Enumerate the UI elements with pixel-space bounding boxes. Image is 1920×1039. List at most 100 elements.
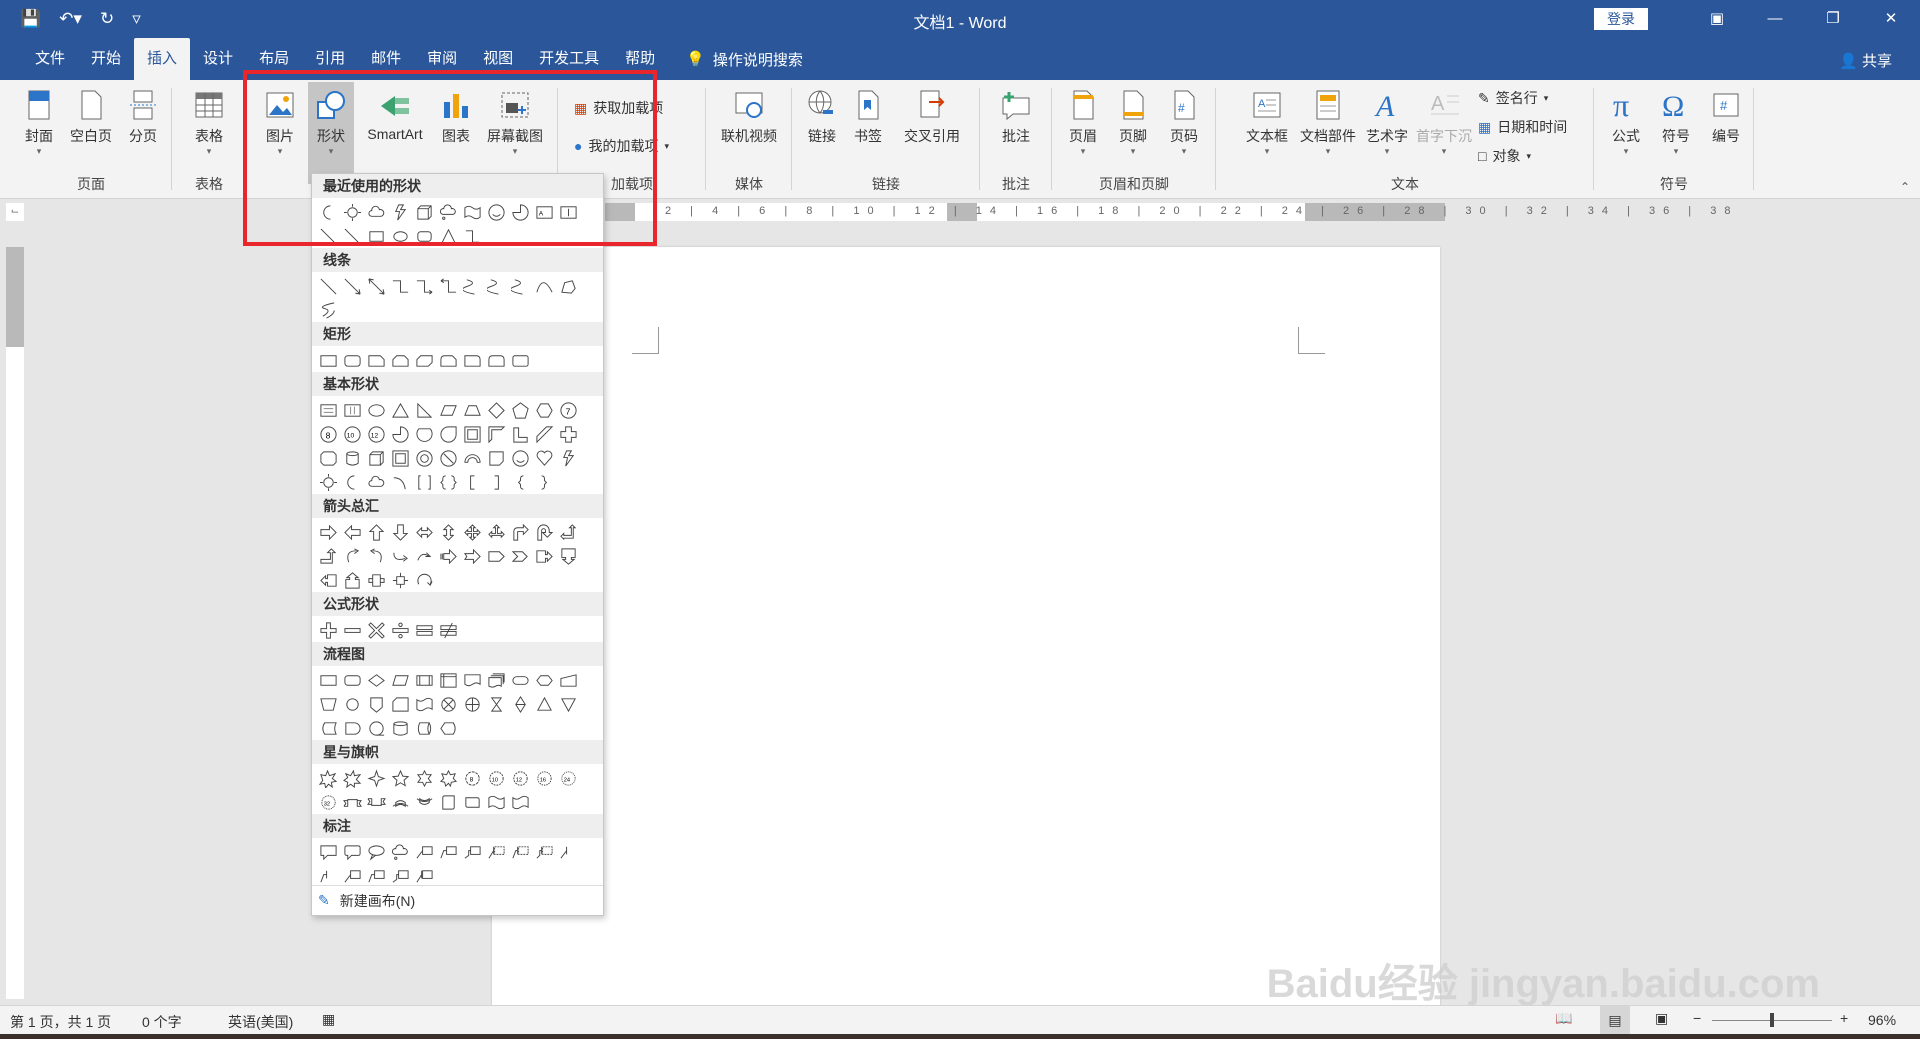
elbow-arrow-connector[interactable] [412,274,436,298]
curve-shape[interactable] [532,274,556,298]
snip-round-rect[interactable] [436,348,460,372]
flow-predefined-process[interactable] [412,668,436,692]
flow-manual-input[interactable] [556,668,580,692]
basic-donut[interactable] [412,446,436,470]
signature-line-button[interactable]: ✎ 签名行 ▾ [1478,88,1548,108]
flow-preparation[interactable] [532,668,556,692]
basic-teardrop[interactable] [436,422,460,446]
print-layout-icon[interactable]: ▤ [1600,1006,1630,1035]
oval-callout[interactable] [364,840,388,864]
multiply-shape[interactable] [364,618,388,642]
flow-multidocument[interactable] [484,668,508,692]
basic-heptagon[interactable]: 7 [556,398,580,422]
quad-arrow-callout[interactable] [388,568,412,592]
pentagon-arrow[interactable] [484,544,508,568]
tab-design[interactable]: 设计 [190,38,246,80]
flow-card[interactable] [388,692,412,716]
snip-diagonal-rect[interactable] [412,348,436,372]
line-callout-noborder-1[interactable] [556,840,580,864]
basic-moon[interactable] [340,470,364,494]
flow-decision[interactable] [364,668,388,692]
number-button[interactable]: # 编号 [1704,88,1748,146]
header-button[interactable]: 页眉 ▾ [1062,88,1104,157]
not-equal-shape[interactable] [436,618,460,642]
right-arrow-callout[interactable] [532,544,556,568]
rect-callout[interactable] [316,840,340,864]
basic-cloud[interactable] [364,470,388,494]
basic-right-triangle[interactable] [412,398,436,422]
curved-double-arrow-connector[interactable] [508,274,532,298]
explosion-1[interactable] [316,766,340,790]
equal-shape[interactable] [412,618,436,642]
flow-terminator[interactable] [508,668,532,692]
line-callout-accent-2[interactable] [508,840,532,864]
scribble-shape[interactable] [316,298,340,322]
arrow-line-shape[interactable] [340,274,364,298]
round-same-side-rect[interactable] [484,348,508,372]
language[interactable]: 英语(美国) [228,1012,293,1032]
explosion-2[interactable] [340,766,364,790]
basic-cross[interactable] [556,422,580,446]
bent-arrow-shape[interactable] [508,520,532,544]
basic-smiley[interactable] [508,446,532,470]
close-icon[interactable]: ✕ [1862,0,1920,38]
date-time-button[interactable]: ▦ 日期和时间 [1478,117,1567,137]
page-break-button[interactable]: 分页 [122,88,164,146]
basic-frame[interactable] [460,422,484,446]
curved-right-arrow[interactable] [340,544,364,568]
tab-file[interactable]: 文件 [22,38,78,80]
up-arrow-callout[interactable] [340,568,364,592]
line-callout-accent-1[interactable] [484,840,508,864]
flow-display[interactable] [436,716,460,740]
basic-lightning[interactable] [556,446,580,470]
basic-dodecagon[interactable]: 12 [364,422,388,446]
round-diagonal-rect[interactable] [508,348,532,372]
round-single-corner-rect[interactable] [460,348,484,372]
flow-delay[interactable] [340,716,364,740]
flow-offpage-connector[interactable] [364,692,388,716]
basic-heart[interactable] [532,446,556,470]
object-button[interactable]: □ 对象 ▾ [1478,146,1531,166]
new-drawing-canvas[interactable]: ✎ 新建画布(N) [312,885,603,915]
up-arrow-shape[interactable] [364,520,388,544]
basic-vertical-textbox[interactable] [340,398,364,422]
right-arrow-shape[interactable] [316,520,340,544]
star-5[interactable] [388,766,412,790]
basic-cube[interactable] [364,446,388,470]
page-number-button[interactable]: # 页码 ▾ [1162,88,1206,157]
flow-data[interactable] [388,668,412,692]
star-10[interactable]: 10 [484,766,508,790]
basic-triangle[interactable] [388,398,412,422]
elbow-connector[interactable] [388,274,412,298]
basic-octagon[interactable]: 8 [316,422,340,446]
elbow-double-arrow-connector[interactable] [436,274,460,298]
horizontal-ruler[interactable]: 2 | 4 | 6 | 8 | 10 | 12 | 14 | 16 | 18 |… [605,203,1730,221]
web-layout-icon[interactable]: ▣ [1655,1010,1668,1027]
circular-arrow[interactable] [412,568,436,592]
word-count[interactable]: 0 个字 [142,1012,182,1032]
table-button[interactable]: 表格 ▾ [186,88,232,157]
basic-half-frame[interactable] [484,422,508,446]
down-arrow-shape[interactable] [388,520,412,544]
flow-alternate-process[interactable] [340,668,364,692]
line-callout-1[interactable] [412,840,436,864]
left-up-arrow-shape[interactable] [556,520,580,544]
basic-can[interactable] [340,446,364,470]
rounded-rect[interactable] [340,348,364,372]
quad-arrow-shape[interactable] [460,520,484,544]
document-page[interactable] [492,247,1440,1007]
star-7[interactable] [436,766,460,790]
plus-shape[interactable] [316,618,340,642]
flow-stored-data[interactable] [316,716,340,740]
double-wave-banner[interactable] [508,790,532,814]
minus-shape[interactable] [340,618,364,642]
flow-extract[interactable] [532,692,556,716]
basic-sun[interactable] [316,470,340,494]
tab-home[interactable]: 开始 [78,38,134,80]
double-arrow-line-shape[interactable] [364,274,388,298]
ribbon-down[interactable] [364,790,388,814]
quick-parts-button[interactable]: 文档部件 ▾ [1296,88,1360,157]
flow-collate[interactable] [484,692,508,716]
tell-me-search[interactable]: 💡 操作说明搜索 [686,49,803,70]
flow-document[interactable] [460,668,484,692]
